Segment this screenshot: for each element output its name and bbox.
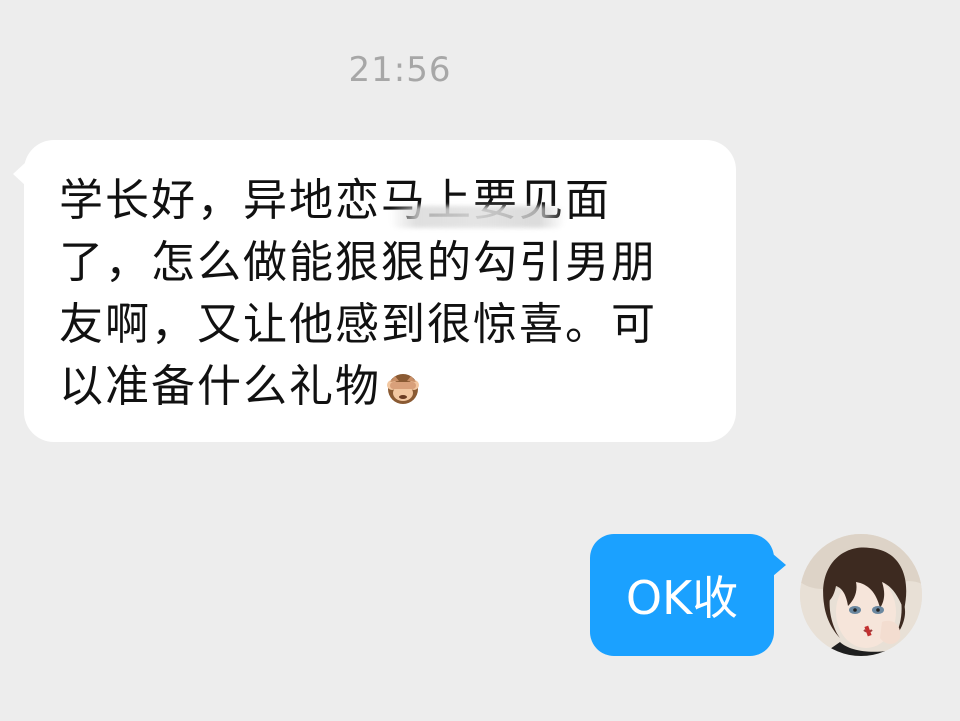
incoming-message-text: 学长好，异地恋马上要见面 了，怎么做能狠狠的勾引男朋 友啊，又让他感到很惊喜。可… — [59, 170, 696, 424]
message-timestamp: 21:56 — [348, 50, 452, 90]
outgoing-message-bubble[interactable]: OK收 — [590, 534, 786, 656]
incoming-message-bubble[interactable]: 学长好，异地恋马上要见面 了，怎么做能狠狠的勾引男朋 友啊，又让他感到很惊喜。可… — [13, 140, 736, 442]
user-avatar[interactable] — [800, 534, 922, 656]
redacted-name — [390, 206, 565, 228]
anime-avatar-icon — [800, 534, 922, 656]
incoming-message-content: 学长好，异地恋马上要见面 了，怎么做能狠狠的勾引男朋 友啊，又让他感到很惊喜。可… — [59, 175, 657, 412]
see-no-evil-monkey-icon — [383, 362, 423, 424]
outgoing-message-text: OK收 — [625, 571, 739, 625]
